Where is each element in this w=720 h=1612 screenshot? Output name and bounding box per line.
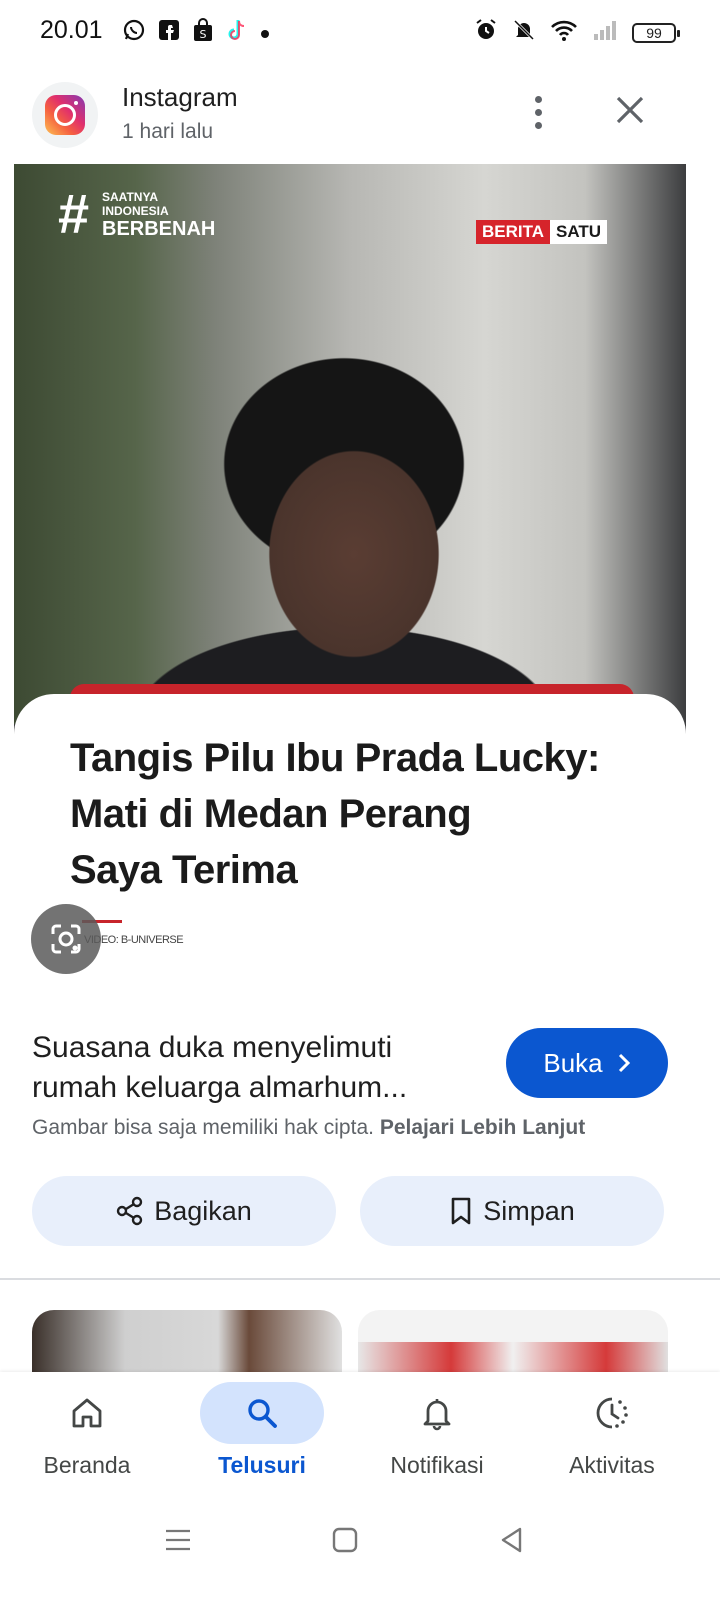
share-label: Bagikan	[154, 1195, 252, 1226]
learn-more-link[interactable]: Pelajari Lebih Lanjut	[380, 1116, 585, 1139]
share-icon	[117, 1196, 143, 1226]
bookmark-icon	[451, 1197, 471, 1225]
signal-icon	[592, 18, 618, 47]
section-divider	[0, 1278, 720, 1280]
nav-item-notifikasi[interactable]: Notifikasi	[352, 1382, 522, 1479]
bell-icon	[423, 1399, 451, 1431]
nav-item-aktivitas[interactable]: Aktivitas	[527, 1382, 697, 1479]
square-icon	[332, 1527, 358, 1553]
close-button[interactable]	[606, 90, 654, 134]
dot-icon	[260, 21, 270, 45]
share-button[interactable]: Bagikan	[32, 1176, 336, 1246]
copyright-notice: Gambar bisa saja memiliki hak cipta. Pel…	[32, 1116, 585, 1140]
image-caption: Tangis Pilu Ibu Prada Lucky: Mati di Med…	[70, 736, 600, 892]
facebook-icon	[158, 19, 180, 47]
svg-text:S: S	[200, 28, 207, 41]
mute-icon	[512, 18, 536, 47]
source-header: Instagram 1 hari lalu	[0, 78, 720, 168]
save-label: Simpan	[483, 1195, 575, 1226]
menu-icon	[166, 1529, 190, 1551]
result-title[interactable]: Suasana duka menyelimuti rumah keluarga …	[32, 1028, 472, 1108]
nav-label: Notifikasi	[390, 1452, 484, 1478]
tiktok-icon	[226, 18, 248, 48]
system-icons: 99	[474, 18, 680, 47]
open-button-label: Buka	[543, 1047, 603, 1078]
source-avatar[interactable]	[32, 82, 98, 148]
system-navigation-bar	[0, 1496, 720, 1612]
open-button[interactable]: Buka	[506, 1028, 668, 1098]
instagram-logo-icon	[45, 95, 85, 135]
search-icon	[248, 1399, 277, 1428]
wifi-icon	[550, 18, 578, 47]
nav-label: Telusuri	[218, 1452, 306, 1478]
nav-label: Beranda	[43, 1452, 131, 1478]
image-caption-card: Tangis Pilu Ibu Prada Lucky: Mati di Med…	[14, 694, 686, 1004]
history-icon	[596, 1397, 628, 1429]
more-options-button[interactable]	[520, 90, 556, 134]
status-bar: 20.01 S 99	[0, 0, 720, 66]
notification-icons: S	[122, 18, 270, 48]
result-image[interactable]: # SAATNYA INDONESIA BERBENAH BERITA SATU …	[14, 164, 686, 1004]
whatsapp-icon	[122, 18, 146, 48]
nav-item-beranda[interactable]: Beranda	[2, 1382, 172, 1479]
close-icon	[616, 96, 644, 124]
alarm-icon	[474, 18, 498, 47]
lens-search-button[interactable]	[31, 904, 101, 974]
back-triangle-icon	[501, 1527, 522, 1553]
source-name[interactable]: Instagram	[122, 82, 238, 113]
source-time: 1 hari lalu	[122, 120, 214, 143]
lens-icon	[51, 924, 81, 954]
home-icon	[72, 1398, 102, 1428]
home-button[interactable]	[315, 1510, 375, 1570]
image-photo	[14, 164, 686, 724]
nav-label: Aktivitas	[569, 1452, 655, 1478]
shopping-bag-icon: S	[192, 18, 214, 48]
battery-icon: 99	[632, 22, 680, 43]
nav-item-telusuri[interactable]: Telusuri	[177, 1382, 347, 1479]
back-button[interactable]	[482, 1510, 542, 1570]
status-time: 20.01	[40, 16, 103, 44]
more-vert-icon	[534, 95, 542, 103]
bottom-navigation: Beranda Telusuri Notifikasi Aktivitas	[0, 1372, 720, 1496]
chevron-right-icon	[618, 1053, 630, 1073]
save-button[interactable]: Simpan	[360, 1176, 664, 1246]
recents-button[interactable]	[148, 1510, 208, 1570]
copyright-text: Gambar bisa saja memiliki hak cipta.	[32, 1116, 374, 1139]
brand-badge: BERITA SATU	[476, 220, 608, 244]
